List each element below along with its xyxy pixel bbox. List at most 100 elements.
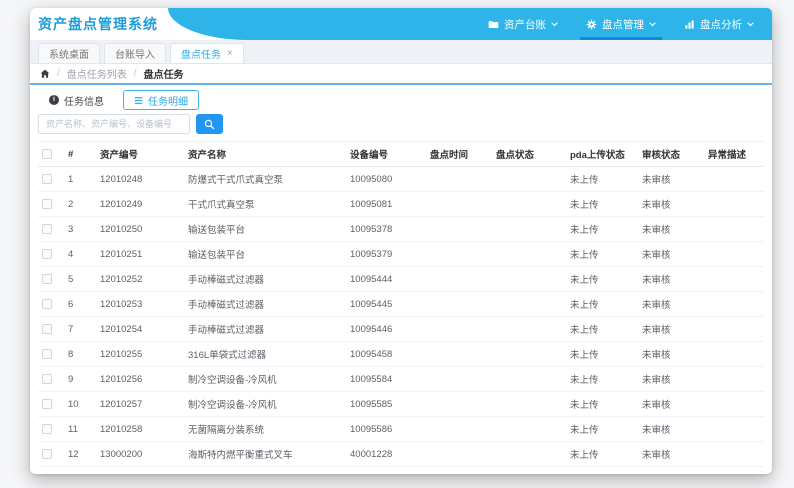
cell-check-time [426,341,492,367]
select-all-checkbox[interactable] [42,148,52,159]
cell-asset-no: 12010249 [96,191,184,217]
table-row[interactable]: 12 13000200 海斯特内燃平衡重式叉车 40001228 未上传 未审核 [38,441,764,467]
col-header-pda-status: pda上传状态 [566,141,638,167]
table-row[interactable]: 4 12010251 输送包装平台 10095379 未上传 未审核 [38,241,764,267]
menu-inventory-analysis[interactable]: 盘点分析 [670,8,768,40]
cell-check-time [426,266,492,292]
cell-device-no: 40001228 [346,441,426,467]
tab-inventory-task[interactable]: 盘点任务 × [170,43,244,63]
menu-label: 盘点管理 [602,18,644,31]
cell-exception [704,341,764,367]
row-checkbox[interactable] [42,348,52,359]
row-checkbox[interactable] [42,323,52,334]
cell-check-status [492,416,566,442]
cell-asset-no: 12010252 [96,266,184,292]
table-row[interactable]: 6 12010253 手动棒磁式过滤器 10095445 未上传 未审核 [38,291,764,317]
cell-check-status [492,191,566,217]
close-icon[interactable]: × [227,48,233,59]
cell-pda-status: 未上传 [566,416,638,442]
row-checkbox[interactable] [42,398,52,409]
cell-exception [704,266,764,292]
row-checkbox[interactable] [42,423,52,434]
cell-index: 12 [64,441,96,467]
cell-audit-status: 未审核 [638,341,704,367]
cell-pda-status: 未上传 [566,391,638,417]
col-header-check-time: 盘点时间 [426,141,492,167]
cell-exception [704,391,764,417]
home-icon[interactable] [40,69,50,79]
gear-icon [586,19,597,29]
table-header-row: # 资产编号 资产名称 设备编号 盘点时间 盘点状态 pda上传状态 审核状态 … [38,141,764,167]
row-checkbox[interactable] [42,298,52,309]
cell-audit-status: 未审核 [638,391,704,417]
table-row[interactable]: 7 12010254 手动棒磁式过滤器 10095446 未上传 未审核 [38,316,764,342]
cell-exception [704,416,764,442]
cell-pda-status: 未上传 [566,466,638,474]
cell-index: 3 [64,216,96,242]
table-row[interactable]: 8 12010255 316L单袋式过滤器 10095458 未上传 未审核 [38,341,764,367]
search-input[interactable] [38,114,190,134]
table-row[interactable]: 13 14004084 变频冷暖空调 20034051 未上传 未审核 [38,466,764,474]
table-row[interactable]: 1 12010248 防爆式干式爪式真空泵 10095080 未上传 未审核 [38,166,764,192]
cell-pda-status: 未上传 [566,341,638,367]
tab-system-desktop[interactable]: 系统桌面 [38,43,100,63]
search-button[interactable] [196,114,223,134]
search-bar [38,114,764,134]
chart-icon [685,19,694,29]
cell-check-status [492,166,566,192]
tab-ledger-import[interactable]: 台账导入 [104,43,166,63]
table-row[interactable]: 9 12010256 制冷空调设备-冷风机 10095584 未上传 未审核 [38,366,764,392]
cell-exception [704,216,764,242]
cell-audit-status: 未审核 [638,266,704,292]
table-row[interactable]: 3 12010250 输送包装平台 10095378 未上传 未审核 [38,216,764,242]
subtab-task-info[interactable]: i 任务信息 [38,90,115,110]
row-checkbox[interactable] [42,198,52,209]
breadcrumb-separator: / [133,68,137,79]
cell-index: 10 [64,391,96,417]
chevron-down-icon [747,21,754,26]
subtab-task-detail[interactable]: 任务明细 [123,90,199,110]
table-body: 1 12010248 防爆式干式爪式真空泵 10095080 未上传 未审核 2 [38,166,764,474]
row-checkbox[interactable] [42,223,52,234]
row-checkbox[interactable] [42,248,52,259]
cell-asset-name: 输送包装平台 [184,216,346,242]
cell-check-time [426,416,492,442]
col-header-audit-status: 审核状态 [638,141,704,167]
cell-asset-no: 12010254 [96,316,184,342]
cell-check-status [492,266,566,292]
cell-audit-status: 未审核 [638,416,704,442]
table-row[interactable]: 2 12010249 干式爪式真空泵 10095081 未上传 未审核 [38,191,764,217]
menu-asset-ledger[interactable]: 资产台账 [474,8,572,40]
cell-audit-status: 未审核 [638,441,704,467]
tab-label: 盘点任务 [181,50,221,61]
table-row[interactable]: 11 12010258 无菌隔离分装系统 10095586 未上传 未审核 [38,416,764,442]
cell-asset-no: 12010258 [96,416,184,442]
table-row[interactable]: 5 12010252 手动棒磁式过滤器 10095444 未上传 未审核 [38,266,764,292]
menu-inventory-manage[interactable]: 盘点管理 [572,8,670,40]
row-checkbox[interactable] [42,448,52,459]
cell-check-status [492,466,566,474]
row-checkbox[interactable] [42,173,52,184]
col-header-device-no: 设备编号 [346,141,426,167]
cell-audit-status: 未审核 [638,241,704,267]
cell-exception [704,441,764,467]
cell-index: 7 [64,316,96,342]
breadcrumb-item-task-list[interactable]: 盘点任务列表 [67,66,127,81]
cell-check-time [426,191,492,217]
cell-check-time [426,441,492,467]
cell-asset-name: 手动棒磁式过滤器 [184,266,346,292]
cell-index: 5 [64,266,96,292]
cell-check-time [426,166,492,192]
cell-index: 2 [64,191,96,217]
cell-check-status [492,391,566,417]
cell-index: 4 [64,241,96,267]
cell-asset-name: 手动棒磁式过滤器 [184,316,346,342]
row-checkbox[interactable] [42,373,52,384]
table-row[interactable]: 10 12010257 制冷空调设备-冷风机 10095585 未上传 未审核 [38,391,764,417]
cell-check-status [492,216,566,242]
cell-exception [704,291,764,317]
row-checkbox[interactable] [42,273,52,284]
cell-device-no: 10095081 [346,191,426,217]
cell-asset-name: 制冷空调设备-冷风机 [184,366,346,392]
cell-asset-no: 12010248 [96,166,184,192]
